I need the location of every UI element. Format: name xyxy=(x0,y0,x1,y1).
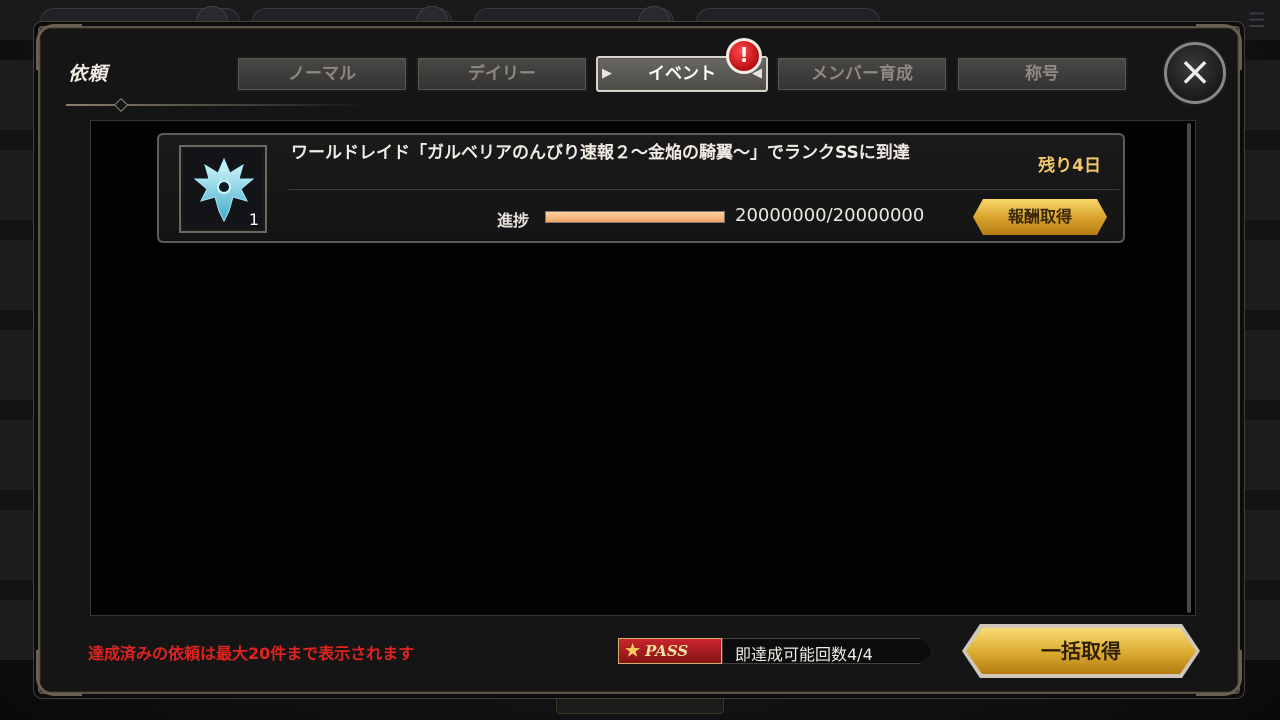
item-count: 1 xyxy=(248,210,259,229)
quest-dialog: 依頼 ノーマル デイリー ▶ イベント ◀ メンバー育成 称号 ! × 1 ワー… xyxy=(36,24,1242,696)
background-building xyxy=(0,60,36,660)
quest-list[interactable]: 1 ワールドレイド「ガルベリアのんびり速報２～金焔の騎翼～」でランクSSに到達 … xyxy=(90,120,1196,616)
progress-label: 進捗 xyxy=(497,211,530,230)
progress-bar xyxy=(545,211,725,223)
claim-all-button[interactable]: 一括取得 xyxy=(966,628,1196,674)
claim-reward-button[interactable]: 報酬取得 xyxy=(973,199,1107,235)
tab-arrow-right-icon: ▶ xyxy=(602,66,612,81)
instant-complete-count: 即達成可能回数4/4 xyxy=(735,645,873,664)
close-button[interactable]: × xyxy=(1164,42,1226,104)
time-remaining: 残り4日 xyxy=(1038,156,1101,176)
instant-complete-counter: 即達成可能回数4/4 xyxy=(722,638,932,664)
pass-badge: ★ PASS xyxy=(618,638,722,664)
tab-title[interactable]: 称号 xyxy=(956,56,1128,92)
alert-icon: ! xyxy=(726,38,762,74)
divider xyxy=(289,189,1119,190)
progress-fill xyxy=(546,212,724,222)
tab-label: ノーマル xyxy=(288,64,356,84)
title-ornament xyxy=(66,104,366,106)
pass-label: PASS xyxy=(645,642,689,660)
frame-ornament xyxy=(1196,650,1242,696)
tab-label: 称号 xyxy=(1025,64,1059,84)
background-menu-icon: ☰ xyxy=(1248,8,1266,32)
frame-ornament xyxy=(36,650,82,696)
tab-label: メンバー育成 xyxy=(811,64,913,84)
tab-label: イベント xyxy=(648,64,716,84)
crown-star-icon: ★ xyxy=(625,641,641,661)
crest-icon: 1 xyxy=(179,145,267,233)
progress-value: 20000000/20000000 xyxy=(735,205,925,226)
dialog-title: 依頼 xyxy=(68,63,109,85)
tab-normal[interactable]: ノーマル xyxy=(236,56,408,92)
tab-label: デイリー xyxy=(468,64,536,84)
tab-daily[interactable]: デイリー xyxy=(416,56,588,92)
scrollbar[interactable] xyxy=(1187,123,1191,613)
quest-card: 1 ワールドレイド「ガルベリアのんびり速報２～金焔の騎翼～」でランクSSに到達 … xyxy=(157,133,1125,243)
quest-title: ワールドレイド「ガルベリアのんびり速報２～金焔の騎翼～」でランクSSに到達 xyxy=(291,143,910,163)
tab-member-training[interactable]: メンバー育成 xyxy=(776,56,948,92)
display-limit-note: 達成済みの依頼は最大20件まで表示されます xyxy=(88,644,415,663)
